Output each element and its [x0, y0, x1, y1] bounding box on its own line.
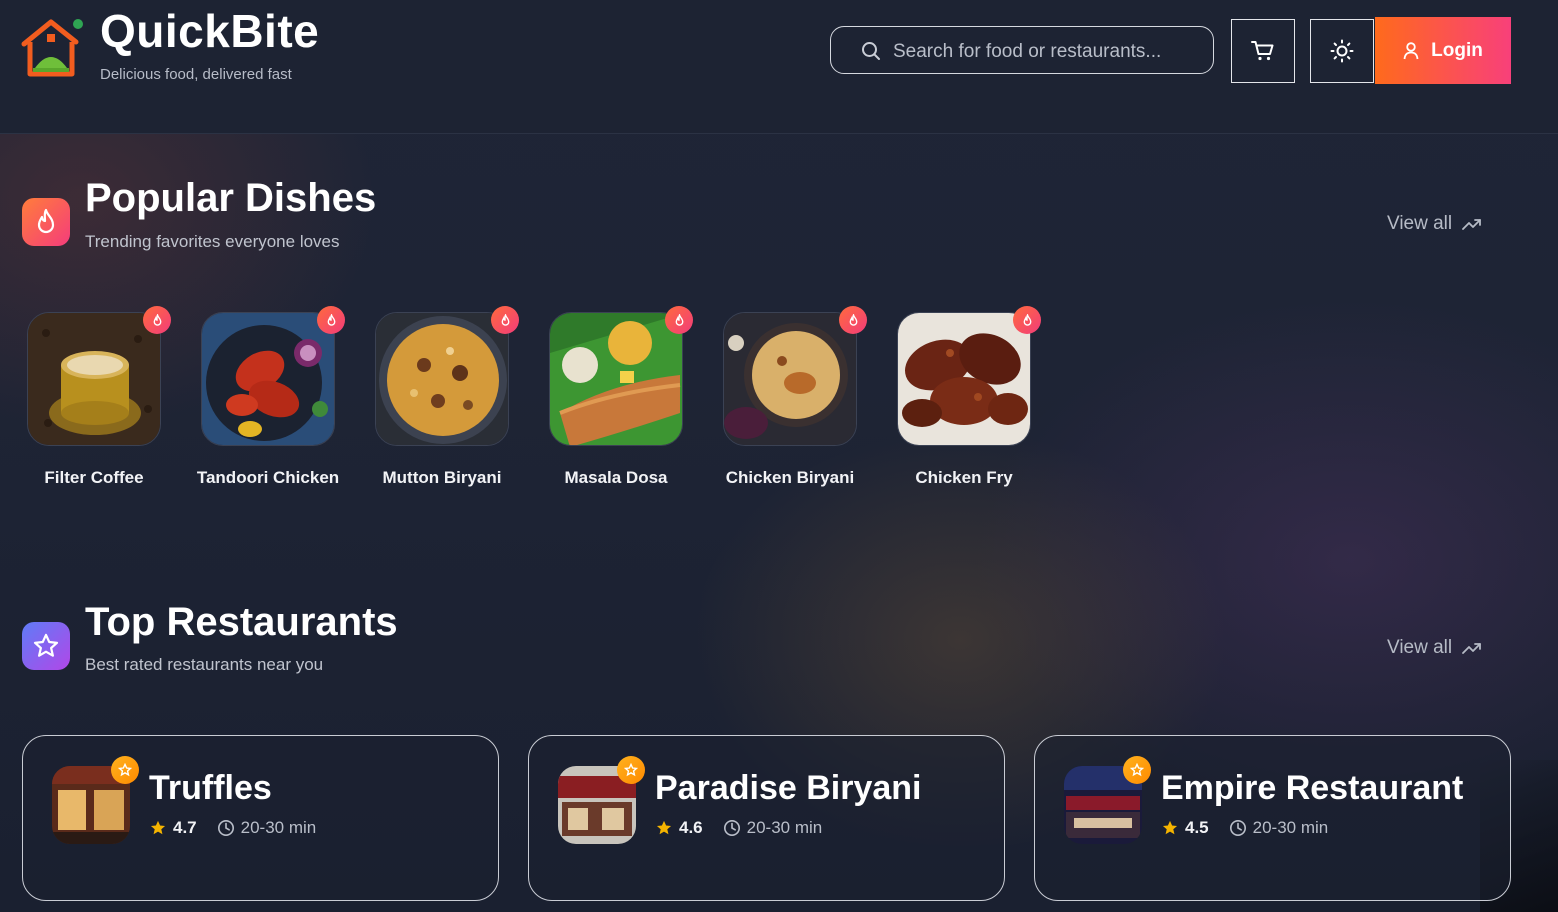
flame-section-icon	[22, 198, 70, 246]
trending-badge	[317, 306, 345, 334]
popular-dishes-title: Popular Dishes	[85, 176, 377, 220]
trending-badge	[491, 306, 519, 334]
search-input[interactable]	[891, 37, 1195, 67]
search-bar[interactable]	[830, 26, 1214, 74]
restaurant-eta: 20-30 min	[1252, 818, 1329, 837]
trending-up-icon	[1462, 219, 1482, 230]
top-restaurants-subtitle: Best rated restaurants near you	[85, 655, 324, 674]
popular-dishes-subtitle: Trending favorites everyone loves	[85, 232, 340, 251]
star-section-icon	[22, 622, 70, 670]
restaurant-rating: 4.6	[679, 818, 703, 837]
top-restaurants-title: Top Restaurants	[85, 600, 398, 644]
restaurant-rating: 4.7	[173, 818, 197, 837]
clock-icon	[217, 819, 234, 837]
dish-image-chicken-biryani[interactable]	[723, 312, 857, 446]
cart-icon	[1251, 41, 1274, 61]
star-outline-icon	[624, 763, 638, 777]
dish-image-filter-coffee[interactable]	[27, 312, 161, 446]
flame-icon	[327, 313, 335, 326]
restaurant-eta: 20-30 min	[240, 818, 317, 837]
restaurant-card[interactable]: Empire Restaurant 4.5 20-30 min	[1034, 735, 1511, 901]
dish-card[interactable]: Filter Coffee	[27, 306, 171, 487]
top-header: QuickBite Delicious food, delivered fast	[0, 0, 1558, 134]
restaurant-rating: 4.5	[1185, 818, 1209, 837]
dish-image-mutton-biryani[interactable]	[375, 312, 509, 446]
trending-up-icon	[1462, 643, 1482, 654]
star-outline-icon	[118, 763, 132, 777]
restaurant-eta: 20-30 min	[746, 818, 823, 837]
trending-badge	[143, 306, 171, 334]
theme-toggle-button[interactable]	[1310, 19, 1374, 83]
sun-icon	[1330, 39, 1354, 63]
clock-icon	[1229, 819, 1246, 837]
featured-badge	[111, 756, 139, 784]
restaurants-view-all-link[interactable]: View all	[1387, 637, 1482, 659]
flame-icon	[37, 208, 55, 234]
brand-name: QuickBite	[100, 5, 320, 57]
user-icon	[1403, 41, 1419, 59]
star-icon	[1162, 820, 1178, 835]
restaurant-meta: 4.7 20-30 min	[149, 818, 316, 838]
restaurant-name: Truffles	[149, 769, 272, 807]
restaurant-meta: 4.6 20-30 min	[655, 818, 822, 838]
restaurant-name: Paradise Biryani	[655, 769, 922, 807]
star-icon	[150, 820, 166, 835]
house-logo-icon[interactable]	[20, 16, 86, 82]
flame-icon	[1023, 313, 1031, 326]
dish-image-masala-dosa[interactable]	[549, 312, 683, 446]
flame-icon	[849, 313, 857, 326]
trending-badge	[1013, 306, 1041, 334]
restaurant-card[interactable]: Paradise Biryani 4.6 20-30 min	[528, 735, 1005, 901]
view-all-label: View all	[1387, 213, 1453, 234]
trending-badge	[665, 306, 693, 334]
flame-icon	[675, 313, 683, 326]
featured-badge	[1123, 756, 1151, 784]
dish-card[interactable]: Chicken Biryani	[723, 306, 867, 487]
brand-tagline: Delicious food, delivered fast	[100, 66, 292, 83]
star-icon	[656, 820, 672, 835]
trending-badge	[839, 306, 867, 334]
dish-image-chicken-fry[interactable]	[897, 312, 1031, 446]
featured-badge	[617, 756, 645, 784]
dish-card[interactable]: Masala Dosa	[549, 306, 693, 487]
flame-icon	[501, 313, 509, 326]
login-label: Login	[1431, 39, 1483, 61]
restaurant-name: Empire Restaurant	[1161, 769, 1464, 807]
login-button[interactable]: Login	[1375, 17, 1511, 84]
dish-image-tandoori-chicken[interactable]	[201, 312, 335, 446]
restaurant-meta: 4.5 20-30 min	[1161, 818, 1328, 838]
dish-card[interactable]: Tandoori Chicken	[197, 306, 345, 487]
star-outline-icon	[33, 633, 59, 657]
clock-icon	[723, 819, 740, 837]
search-icon	[862, 42, 880, 60]
star-outline-icon	[1130, 763, 1144, 777]
dish-card[interactable]: Chicken Fry	[897, 306, 1041, 487]
restaurant-card[interactable]: Truffles 4.7 20-30 min	[22, 735, 499, 901]
view-all-label: View all	[1387, 637, 1453, 658]
popular-view-all-link[interactable]: View all	[1387, 213, 1482, 235]
dish-name: Chicken Fry	[915, 468, 1013, 487]
cart-button[interactable]	[1231, 19, 1295, 83]
dish-card[interactable]: Mutton Biryani	[375, 306, 519, 487]
flame-icon	[153, 313, 161, 326]
